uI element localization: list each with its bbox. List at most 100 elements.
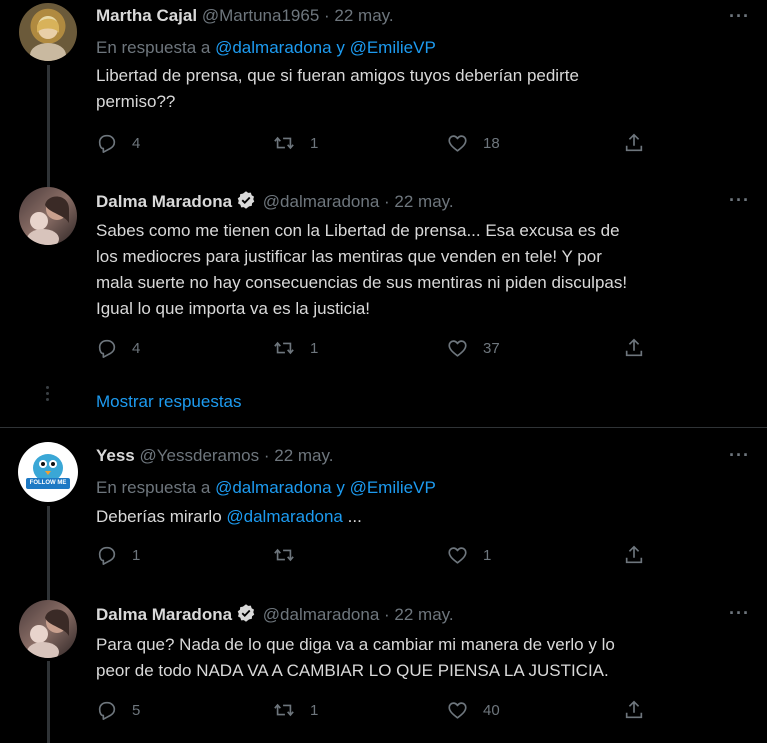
more-icon[interactable]: ···: [729, 603, 750, 624]
share-button[interactable]: [623, 544, 645, 566]
retweet-button[interactable]: 1: [272, 132, 318, 154]
share-icon: [623, 132, 645, 154]
tweet-date[interactable]: · 22 may.: [384, 605, 454, 624]
avatar-martha[interactable]: [19, 3, 77, 61]
more-icon[interactable]: ···: [729, 445, 750, 466]
tweet-text-part: ...: [347, 507, 362, 526]
like-button[interactable]: 1: [446, 544, 491, 566]
tweet-text-line: Para que? Nada de lo que diga va a cambi…: [96, 635, 615, 654]
tweet-dalma-1[interactable]: Dalma Maradona @dalmaradona · 22 may. ··…: [0, 185, 767, 430]
share-button[interactable]: [623, 337, 645, 359]
retweet-icon: [272, 337, 296, 359]
reply-button[interactable]: 1: [96, 544, 140, 566]
retweet-button[interactable]: 1: [272, 337, 318, 359]
tweet-text-line: Igual lo que importa va es la justicia!: [96, 299, 371, 318]
tweet-text: Libertad de prensa, que si fueran amigos…: [96, 63, 756, 115]
tweet-actions: 4 1 18: [96, 132, 656, 156]
author-handle[interactable]: @Yessderamos: [140, 446, 260, 465]
like-icon: [446, 699, 469, 721]
retweet-icon: [272, 544, 296, 566]
mention-link[interactable]: @EmilieVP: [350, 38, 436, 57]
reply-button[interactable]: 5: [96, 699, 140, 721]
reply-icon: [96, 337, 118, 359]
avatar-photo-icon: [27, 196, 69, 245]
tweet-date[interactable]: · 22 may.: [264, 446, 334, 465]
share-icon: [623, 544, 645, 566]
retweet-count: 1: [310, 339, 319, 357]
verified-icon: [236, 603, 256, 623]
avatar-yess[interactable]: FOLLOW ME: [18, 442, 78, 502]
like-icon: [446, 544, 469, 566]
tweet-date[interactable]: · 22 may.: [384, 192, 454, 211]
tweet-text: Sabes como me tienen con la Libertad de …: [96, 218, 756, 322]
tweet-text-part: Deberías mirarlo: [96, 507, 222, 526]
tweet-dalma-2[interactable]: Dalma Maradona @dalmaradona · 22 may. ··…: [0, 595, 767, 743]
like-button[interactable]: 37: [446, 337, 500, 359]
tweet-header: Martha Cajal @Martuna1965 · 22 may.: [96, 6, 394, 26]
avatar-dalma[interactable]: [19, 187, 77, 245]
tweet-text-line: los mediocres para justificar las mentir…: [96, 247, 602, 266]
tweet-yess[interactable]: FOLLOW ME Yess @Yessderamos · 22 may. ··…: [0, 430, 767, 602]
like-count: 37: [483, 339, 500, 357]
retweet-button[interactable]: [272, 544, 310, 566]
thread-line: [47, 661, 50, 743]
retweet-icon: [272, 699, 296, 721]
thread-dots: [45, 383, 50, 404]
avatar-badge-text: FOLLOW ME: [29, 480, 67, 486]
reply-icon: [96, 544, 118, 566]
tweet-martha-cajal[interactable]: Martha Cajal @Martuna1965 · 22 may. ··· …: [0, 0, 767, 190]
share-button[interactable]: [623, 132, 645, 154]
retweet-count: 1: [310, 701, 319, 719]
mention-link[interactable]: @dalmaradona: [215, 478, 332, 497]
tweet-header: Yess @Yessderamos · 22 may.: [96, 446, 333, 466]
share-icon: [623, 699, 645, 721]
tweet-actions: 4 1 37: [96, 337, 656, 361]
reply-count: 5: [132, 701, 141, 719]
avatar-bird-icon: [26, 454, 70, 489]
reply-button[interactable]: 4: [96, 132, 140, 154]
author-handle[interactable]: @dalmaradona: [263, 192, 380, 211]
thread-line: [47, 65, 50, 190]
reply-button[interactable]: 4: [96, 337, 140, 359]
author-handle[interactable]: @Martuna1965: [202, 6, 319, 25]
avatar-dalma[interactable]: [19, 600, 77, 658]
author-name[interactable]: Dalma Maradona: [96, 605, 232, 624]
verified-icon: [236, 190, 256, 210]
author-name[interactable]: Martha Cajal: [96, 6, 197, 25]
retweet-button[interactable]: 1: [272, 699, 318, 721]
tweet-actions: 5 1 40: [96, 699, 656, 723]
author-name[interactable]: Yess: [96, 446, 135, 465]
mention-and: y: [336, 38, 345, 57]
reply-count: 4: [132, 339, 141, 357]
tweet-date[interactable]: · 22 may.: [324, 6, 394, 25]
tweet-text-line: Libertad de prensa, que si fueran amigos…: [96, 66, 579, 85]
more-icon[interactable]: ···: [729, 6, 750, 27]
more-icon[interactable]: ···: [729, 190, 750, 211]
like-icon: [446, 132, 469, 154]
tweet-header: Dalma Maradona @dalmaradona · 22 may.: [96, 190, 454, 212]
reply-icon: [96, 132, 118, 154]
tweet-text: Deberías mirarlo @dalmaradona ...: [96, 504, 756, 530]
like-count: 40: [483, 701, 500, 719]
author-handle[interactable]: @dalmaradona: [263, 605, 380, 624]
avatar-photo-icon: [30, 18, 66, 61]
reply-icon: [96, 699, 118, 721]
avatar-photo-icon: [27, 609, 69, 658]
author-name[interactable]: Dalma Maradona: [96, 192, 232, 211]
mention-link[interactable]: @EmilieVP: [350, 478, 436, 497]
like-button[interactable]: 40: [446, 699, 500, 721]
tweet-header: Dalma Maradona @dalmaradona · 22 may.: [96, 603, 454, 625]
tweet-text-line: peor de todo NADA VA A CAMBIAR LO QUE PI…: [96, 661, 609, 680]
replying-to: En respuesta a @dalmaradona y @EmilieVP: [96, 38, 436, 58]
separator: [0, 427, 767, 428]
like-button[interactable]: 18: [446, 132, 500, 154]
show-replies-link[interactable]: Mostrar respuestas: [96, 392, 242, 412]
thread-line: [47, 506, 50, 602]
mention-and: y: [336, 478, 345, 497]
share-button[interactable]: [623, 699, 645, 721]
reply-count: 4: [132, 134, 141, 152]
like-count: 1: [483, 546, 492, 564]
mention-link[interactable]: @dalmaradona: [226, 507, 343, 526]
mention-link[interactable]: @dalmaradona: [215, 38, 332, 57]
tweet-text-line: mala suerte no hay consecuencias de sus …: [96, 273, 628, 292]
